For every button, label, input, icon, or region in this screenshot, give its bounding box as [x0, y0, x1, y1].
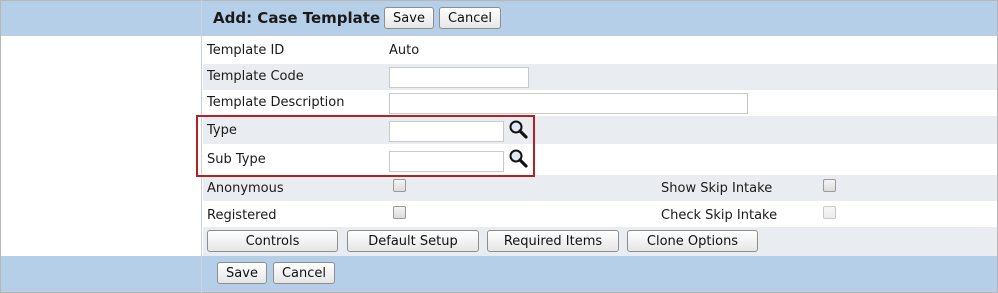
row-type: Type — [203, 116, 997, 144]
row-anonymous: Anonymous Show Skip Intake — [203, 175, 997, 201]
type-label: Type — [207, 123, 237, 138]
form-panel: Add: Case Template Save Cancel Template … — [201, 0, 997, 293]
show-skip-intake-label: Show Skip Intake — [661, 181, 773, 196]
registered-label: Registered — [207, 208, 277, 223]
sub-type-lookup-magnifier-icon[interactable] — [508, 148, 528, 168]
save-button[interactable]: Save — [384, 7, 434, 29]
check-skip-intake-checkbox — [823, 206, 836, 219]
registered-checkbox[interactable] — [393, 206, 406, 219]
row-actions: Controls Default Setup Required Items Cl… — [203, 227, 997, 256]
template-description-label: Template Description — [207, 95, 345, 110]
row-template-code: Template Code — [203, 64, 997, 90]
template-id-label: Template ID — [207, 43, 285, 58]
row-sub-type: Sub Type — [203, 144, 997, 174]
footer-save-button[interactable]: Save — [217, 262, 267, 284]
default-setup-button[interactable]: Default Setup — [347, 230, 479, 252]
row-template-id: Template ID Auto — [203, 38, 997, 64]
required-items-button[interactable]: Required Items — [487, 230, 619, 252]
type-input[interactable] — [389, 121, 504, 142]
clone-options-button[interactable]: Clone Options — [627, 230, 758, 252]
template-description-input[interactable] — [389, 93, 748, 114]
type-lookup-magnifier-icon[interactable] — [508, 119, 528, 139]
sub-type-label: Sub Type — [207, 152, 266, 167]
controls-button[interactable]: Controls — [207, 230, 338, 252]
template-id-value: Auto — [389, 43, 420, 58]
footer-cancel-button[interactable]: Cancel — [273, 262, 335, 284]
template-code-input[interactable] — [389, 67, 529, 88]
anonymous-label: Anonymous — [207, 181, 284, 196]
page-title: Add: Case Template — [213, 9, 381, 27]
show-skip-intake-checkbox[interactable] — [823, 179, 836, 192]
sub-type-input[interactable] — [389, 151, 504, 172]
anonymous-checkbox[interactable] — [393, 179, 406, 192]
check-skip-intake-label: Check Skip Intake — [661, 208, 778, 223]
row-template-description: Template Description — [203, 90, 997, 116]
cancel-button[interactable]: Cancel — [439, 7, 501, 29]
template-code-label: Template Code — [207, 69, 304, 84]
row-registered: Registered Check Skip Intake — [203, 201, 997, 227]
